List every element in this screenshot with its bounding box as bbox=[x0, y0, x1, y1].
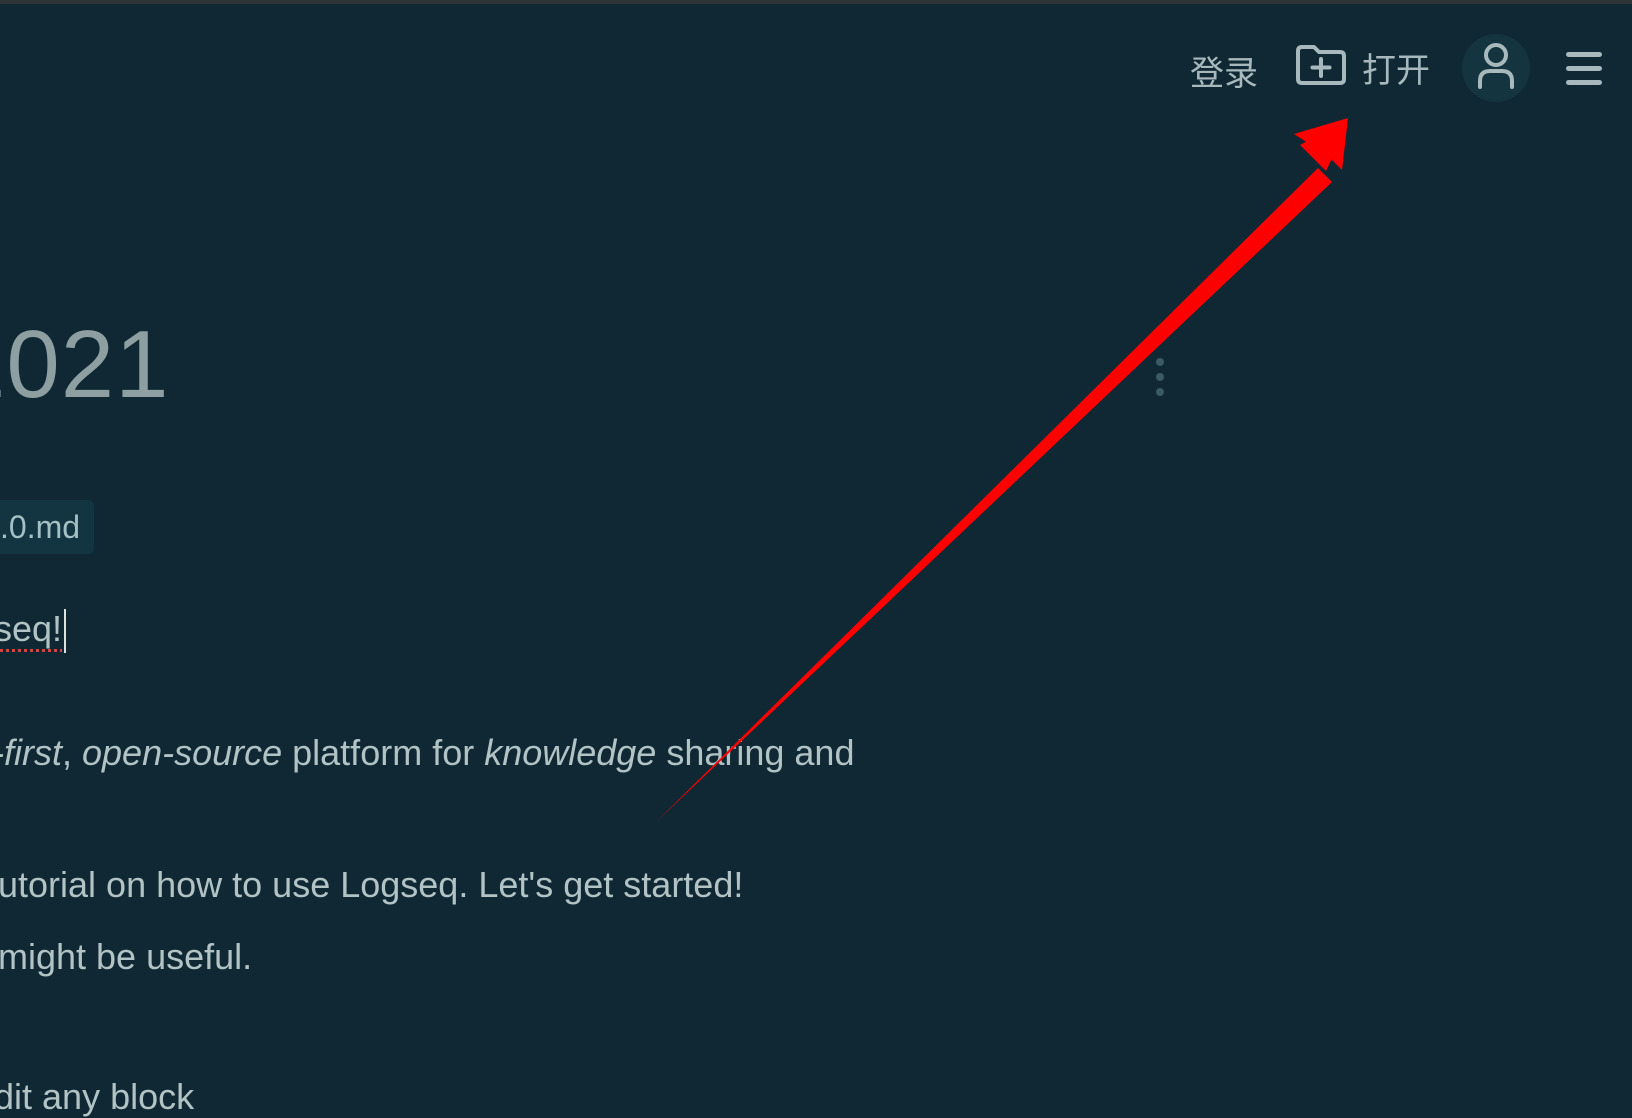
intro-text-knowledge: knowledge bbox=[484, 732, 657, 773]
intro-text-comma: , bbox=[61, 732, 82, 773]
page-content: 2021 .0.md seq! -first, open-source plat… bbox=[0, 0, 1632, 1117]
page-title: 2021 bbox=[0, 311, 170, 418]
intro-text-sharing: sharing and bbox=[656, 732, 855, 773]
text-caret bbox=[64, 609, 67, 654]
intro-text-first: -first bbox=[0, 732, 62, 773]
edit-block[interactable]: dit any block bbox=[0, 1076, 194, 1118]
tutorial-block[interactable]: utorial on how to use Logseq. Let's get … bbox=[0, 864, 743, 906]
intro-block[interactable]: -first, open-source platform for knowled… bbox=[0, 732, 854, 774]
welcome-block[interactable]: seq! bbox=[0, 608, 67, 654]
useful-block[interactable]: might be useful. bbox=[0, 936, 252, 978]
intro-text-open-source: open-source bbox=[82, 732, 283, 773]
vertical-dots-icon[interactable] bbox=[1154, 358, 1166, 402]
intro-text-platform: platform for bbox=[282, 732, 485, 773]
welcome-text: seq! bbox=[0, 608, 63, 649]
file-path-tag[interactable]: .0.md bbox=[0, 500, 95, 554]
